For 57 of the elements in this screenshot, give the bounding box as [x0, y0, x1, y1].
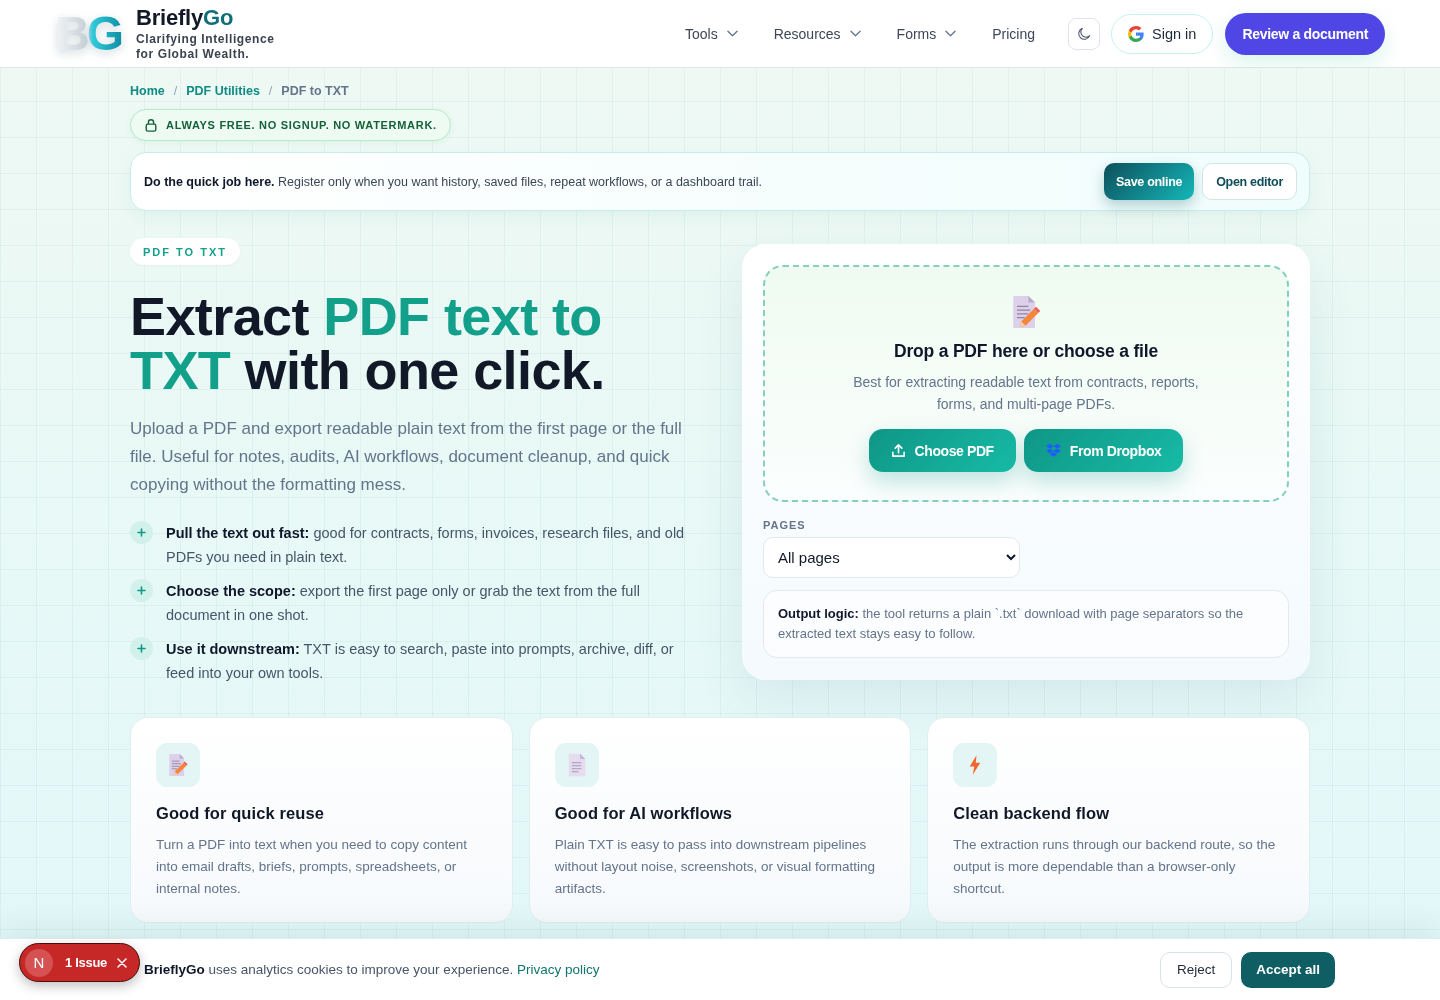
lightning-icon: [953, 743, 998, 787]
feature-description: The extraction runs through our backend route, so the output is more dependable than a browser-only shortcut.: [953, 836, 1277, 898]
document-icon: [554, 743, 599, 787]
document-pencil-icon: [1011, 295, 1041, 329]
breadcrumb-link[interactable]: Home: [130, 83, 165, 99]
theme-toggle-button[interactable]: [1068, 17, 1101, 50]
accept-all-button[interactable]: Accept all: [1241, 951, 1335, 988]
open-editor-button[interactable]: Open editor: [1202, 163, 1297, 200]
pages-select[interactable]: All pages: [763, 537, 1020, 578]
upload-icon: [890, 443, 906, 458]
brand-name: BrieflyGo: [136, 5, 235, 30]
dropbox-icon: [1045, 443, 1061, 458]
feature-title: Good for AI workflows: [554, 804, 734, 823]
review-document-button[interactable]: Review a document: [1225, 12, 1385, 55]
breadcrumb-link[interactable]: PDF Utilities: [186, 83, 260, 99]
plus-icon: [130, 579, 153, 602]
nav-menu-item[interactable]: Resources: [773, 25, 861, 42]
brand-tagline: Clarifying Intelligence for Global Wealth.: [136, 31, 276, 62]
plus-icon: [130, 521, 153, 544]
feature-description: Plain TXT is easy to pass into downstream pipelines without layout noise, screenshots, or visual formatting artifacts.: [554, 836, 877, 898]
chevron-down-icon: [849, 30, 861, 37]
tool-label: PDF TO TXT: [130, 238, 240, 265]
cookie-notice: BrieflyGo uses analytics cookies to improve your experience. Privacy policy: [144, 962, 600, 977]
notice-text: ALWAYS FREE. NO SIGNUP. NO WATERMARK.: [166, 119, 437, 131]
chevron-down-icon: [726, 30, 738, 37]
benefit-text: Use it downstream: TXT is easy to search, paste into prompts, archive, diff, or feed into your own tools.: [166, 640, 675, 683]
benefit-text: Choose the scope: export the first page only or grab the text from the full document in one shot.: [166, 582, 641, 625]
nav-menu-item[interactable]: Pricing: [992, 25, 1036, 42]
issues-button[interactable]: 1 Issue: [57, 955, 113, 970]
save-online-button[interactable]: Save online: [1104, 163, 1195, 200]
reject-button[interactable]: Reject: [1159, 951, 1233, 988]
chevron-down-icon: [945, 30, 957, 37]
benefit-text: Pull the text out fast: good for contracts, forms, invoices, research files, and old PDFs you need in plain text.: [166, 524, 686, 567]
plus-icon: [130, 637, 153, 660]
moon-icon: [1076, 25, 1093, 42]
page-headline: Extract PDF text to TXT with one click.: [130, 289, 606, 397]
breadcrumb-current: PDF to TXT: [281, 83, 349, 99]
pages-label: PAGES: [763, 519, 807, 531]
nav-menu-item[interactable]: Forms: [896, 25, 957, 42]
breadcrumb-separator: /: [268, 83, 273, 99]
drop-zone-title: Drop a PDF here or choose a file: [894, 341, 1158, 362]
google-icon: [1128, 25, 1145, 42]
sign-in-button[interactable]: Sign in: [1111, 13, 1214, 54]
lock-icon: [144, 118, 158, 132]
feature-title: Good for quick reuse: [156, 804, 325, 823]
logo-letter: N: [25, 948, 53, 977]
drop-zone-description: Best for extracting readable text from contracts, reports, forms, and multi-page PDFs.: [852, 373, 1200, 414]
feature-description: Turn a PDF into text when you need to copy content into email drafts, briefs, prompts, spreadsheets, or internal notes.: [156, 836, 468, 898]
intro-paragraph: Upload a PDF and export readable plain text from the first page or the full file. Useful for notes, audits, AI workflows, document cleanup, and quick copying without the formatting mess.: [130, 418, 683, 496]
output-logic-note: Output logic: the tool returns a plain `.txt` download with page separators so the extracted text stays easy to follow.: [763, 590, 1289, 658]
document-pencil-icon: [156, 743, 200, 787]
banner-text: Do the quick job here. Register only when you want history, saved files, repeat workflows, or a dashboard trail.: [144, 174, 763, 189]
close-icon[interactable]: [117, 957, 127, 968]
privacy-policy-link[interactable]: Privacy policy: [516, 962, 600, 977]
feature-title: Clean backend flow: [953, 804, 1111, 823]
nav-menu-item[interactable]: Tools: [684, 25, 738, 42]
breadcrumb-separator: /: [173, 83, 178, 99]
